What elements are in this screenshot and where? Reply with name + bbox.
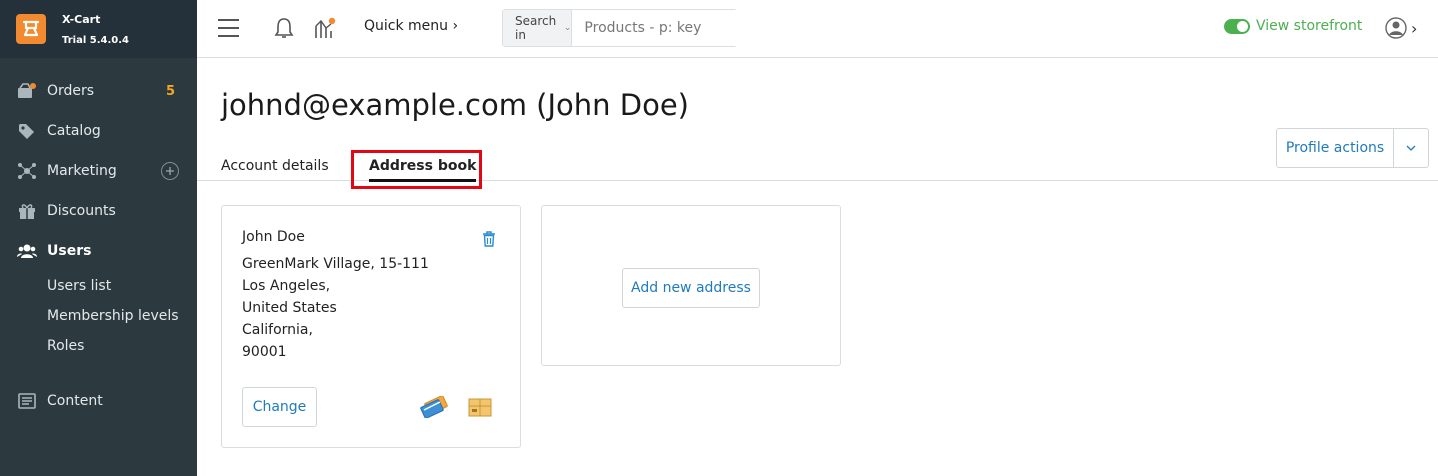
sidebar-item-label: Discounts [47,203,116,219]
trash-icon[interactable] [482,231,496,251]
address-state: California, [242,322,313,338]
user-menu[interactable]: › [1385,17,1417,39]
address-street: GreenMark Village, 15-111 [242,256,429,272]
search-in-dropdown[interactable]: Search in ⌄ [503,10,573,46]
search-bar: Search in ⌄ [502,9,759,47]
sidebar-nav: Orders 5 Catalog Marketing Discounts Use… [0,58,197,421]
quick-menu[interactable]: Quick menu › [364,18,458,34]
sidebar: X-Cart Trial 5.4.0.4 Orders 5 Catalog Ma… [0,0,197,476]
add-address-card: Add new address [541,205,841,366]
main-content: johnd@example.com (John Doe) Profile act… [197,58,1438,476]
bell-icon[interactable] [273,16,295,44]
highlight-box [351,150,482,189]
sidebar-item-discounts[interactable]: Discounts [0,191,197,231]
marketing-icon [17,162,37,180]
sidebar-subitem-roles[interactable]: Roles [0,331,197,361]
shipping-address-icon[interactable] [468,396,492,422]
sidebar-item-catalog[interactable]: Catalog [0,111,197,151]
sidebar-item-label: Orders [47,83,95,99]
top-bar: Quick menu › Search in ⌄ View storefront… [197,0,1438,58]
chevron-down-icon: ⌄ [563,23,572,33]
address-city: Los Angeles, [242,278,331,294]
sidebar-item-label: Users [47,243,92,259]
tag-icon [17,122,37,140]
address-zip: 90001 [242,344,287,360]
billing-address-icon[interactable] [420,395,450,422]
brand-name: X-Cart [62,12,101,26]
users-icon [17,242,37,260]
quick-menu-label: Quick menu [364,18,449,34]
content-icon [17,392,37,410]
chevron-right-icon: › [452,18,459,34]
brand: X-Cart Trial 5.4.0.4 [0,0,197,58]
sidebar-subitem-membership-levels[interactable]: Membership levels [0,301,197,331]
sidebar-subitem-users-list[interactable]: Users list [0,271,197,301]
xcart-logo-icon[interactable] [16,14,46,44]
address-country: United States [242,300,337,316]
search-in-label: Search in [515,14,557,42]
sidebar-item-users[interactable]: Users [0,231,197,271]
sidebar-item-marketing[interactable]: Marketing [0,151,197,191]
add-new-address-button[interactable]: Add new address [622,268,760,308]
orders-count-badge: 5 [165,83,175,99]
change-address-button[interactable]: Change [242,387,317,427]
orders-icon [17,82,37,100]
view-storefront-toggle[interactable]: View storefront [1224,18,1362,34]
plus-icon[interactable] [161,162,179,180]
sidebar-item-label: Catalog [47,123,101,139]
user-avatar-icon [1385,17,1407,39]
address-card: John Doe GreenMark Village, 15-111 Los A… [221,205,521,448]
page-title: johnd@example.com (John Doe) [221,88,689,122]
sidebar-item-orders[interactable]: Orders 5 [0,71,197,111]
sidebar-item-label: Content [47,393,103,409]
dashboard-chart-icon[interactable] [313,16,337,44]
search-input[interactable] [572,10,759,46]
brand-version: Trial 5.4.0.4 [62,34,129,46]
address-name: John Doe [242,229,305,245]
chevron-right-icon: › [1411,18,1418,38]
gift-icon [17,202,37,220]
sidebar-item-content[interactable]: Content [0,381,197,421]
tab-account-details[interactable]: Account details [221,158,329,174]
sidebar-item-label: Marketing [47,163,117,179]
view-storefront-label: View storefront [1256,18,1363,34]
hamburger-menu-icon[interactable] [217,17,240,39]
toggle-on-icon [1224,18,1250,34]
